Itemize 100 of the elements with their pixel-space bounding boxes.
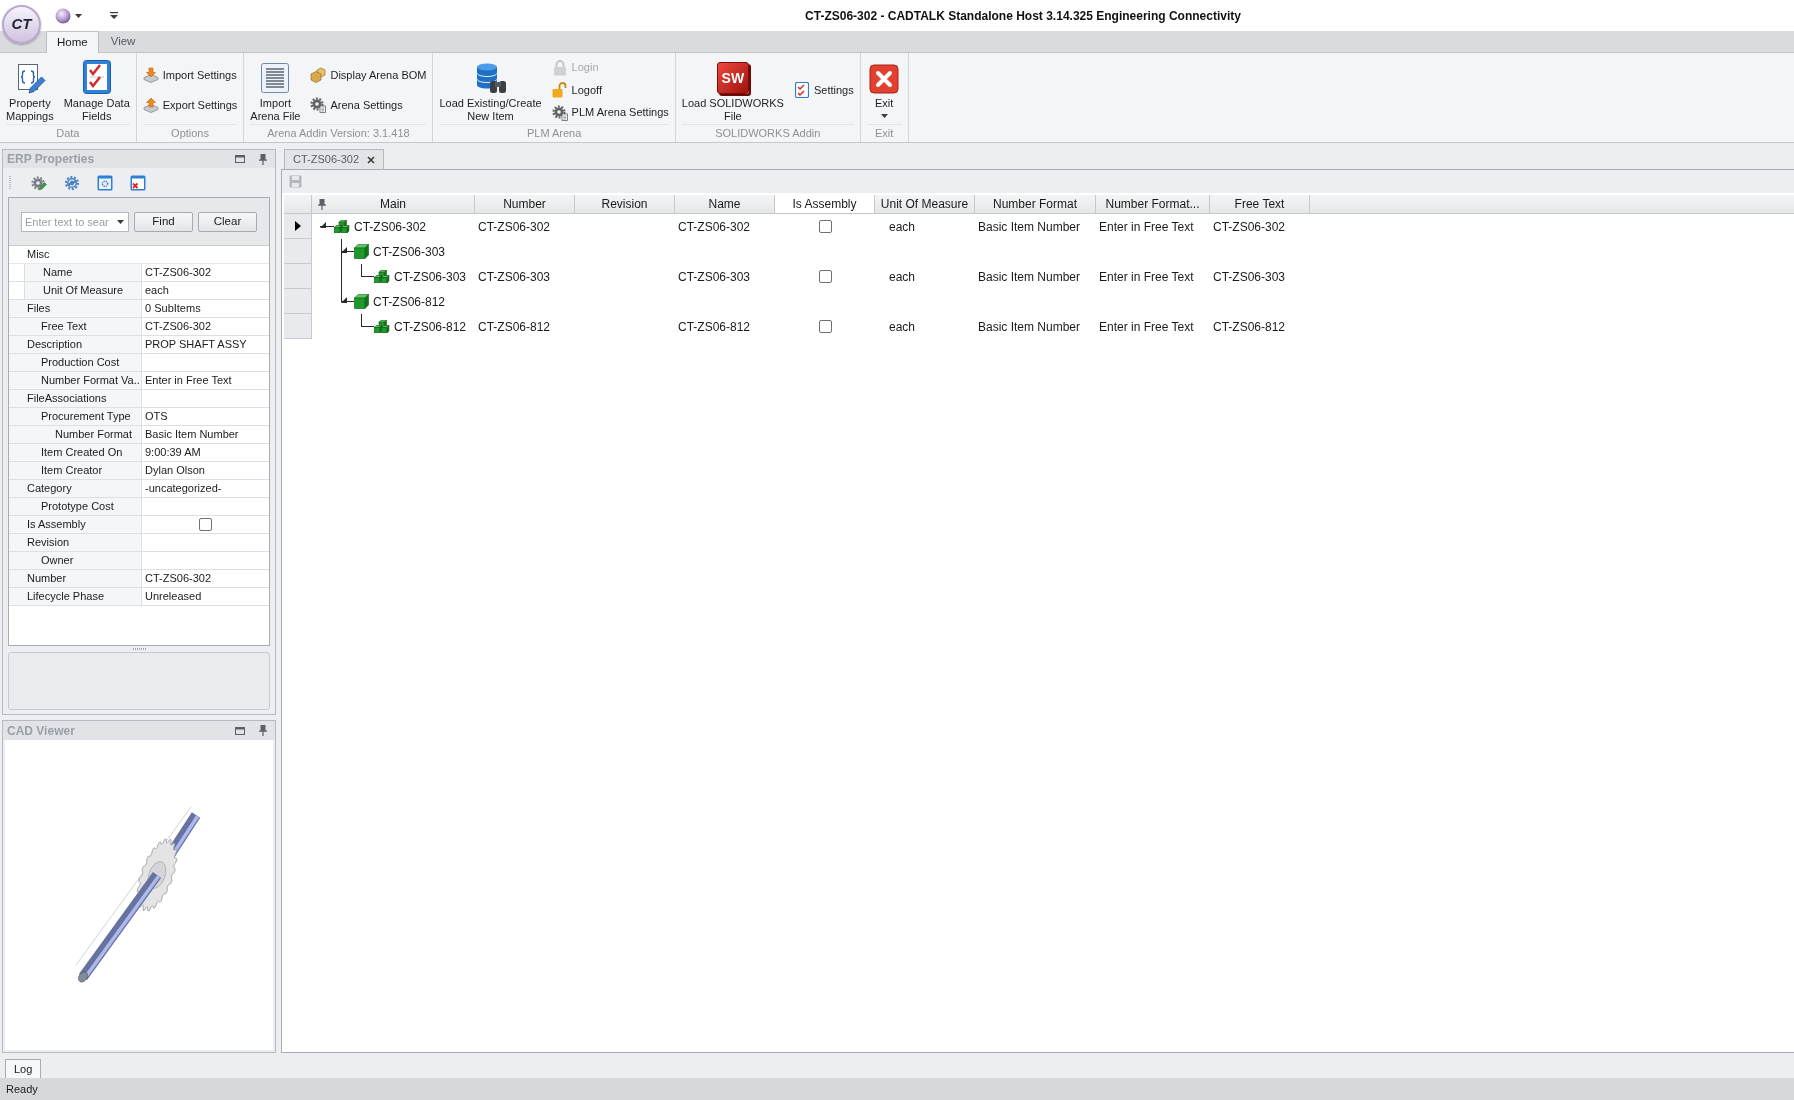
property-value[interactable]: 0 SubItems: [142, 300, 269, 317]
checkbox[interactable]: [818, 270, 832, 283]
column-header[interactable]: Free Text: [1210, 195, 1310, 213]
pin-icon[interactable]: [259, 725, 267, 736]
ribbon-button[interactable]: Property Mappings: [3, 56, 57, 124]
customize-icon[interactable]: [110, 12, 118, 19]
property-value[interactable]: OTS: [142, 408, 269, 425]
property-value[interactable]: Dylan Olson: [142, 462, 269, 479]
property-label[interactable]: Prototype Cost: [9, 498, 142, 515]
ribbon-button[interactable]: Manage Data Fields: [60, 56, 133, 124]
tree-item-label[interactable]: CT-ZS06-303: [394, 267, 467, 286]
tree-item-label[interactable]: CT-ZS06-812: [394, 317, 467, 336]
tree-item-label[interactable]: CT-ZS06-303: [373, 242, 446, 261]
property-value[interactable]: -uncategorized-: [142, 480, 269, 497]
property-label[interactable]: Number: [9, 570, 142, 587]
table-cell-text: CT-ZS06-812: [477, 318, 552, 336]
expanded-arrow-icon[interactable]: [341, 297, 347, 303]
property-label[interactable]: Procurement Type: [9, 408, 142, 425]
table-cell-text: CT-ZS06-812: [677, 318, 752, 336]
ribbon-button[interactable]: PLM Arena Settings: [548, 101, 672, 124]
column-header[interactable]: Revision: [575, 195, 675, 213]
checkbox[interactable]: [818, 320, 832, 333]
find-button[interactable]: Find: [134, 211, 193, 232]
property-value[interactable]: 9:00:39 AM: [142, 444, 269, 461]
orb-icon[interactable]: [55, 7, 71, 24]
property-value[interactable]: Unreleased: [142, 588, 269, 605]
property-label[interactable]: Lifecycle Phase: [9, 588, 142, 605]
property-value[interactable]: each: [142, 282, 269, 299]
pin-icon[interactable]: [259, 153, 267, 165]
property-value[interactable]: CT-ZS06-302: [142, 318, 269, 335]
group-label: PLM Arena: [526, 126, 582, 142]
property-label[interactable]: Production Cost: [9, 354, 142, 371]
column-header[interactable]: Number Format: [975, 195, 1096, 213]
expanded-arrow-icon[interactable]: [341, 247, 347, 253]
property-label[interactable]: Item Created On: [9, 444, 142, 461]
search-field[interactable]: Enter text to sear: [21, 211, 129, 232]
checklist-icon: [82, 60, 111, 94]
ribbon-button[interactable]: Arena Settings: [307, 94, 430, 116]
checkbox[interactable]: [818, 220, 832, 233]
document-tab[interactable]: CT-ZS06-302: [284, 149, 384, 169]
window-icon[interactable]: [235, 726, 245, 735]
table-cell-text: Basic Item Number: [977, 218, 1082, 236]
ribbon-tab[interactable]: Home: [46, 31, 99, 53]
column-header[interactable]: Main: [312, 195, 475, 213]
clear-button[interactable]: Clear: [198, 211, 257, 232]
checkbox[interactable]: [199, 518, 212, 531]
close-icon: [869, 64, 900, 94]
gear-arrows-icon[interactable]: [64, 174, 80, 191]
property-label[interactable]: Description: [9, 336, 142, 353]
property-label[interactable]: FileAssociations: [9, 390, 142, 407]
panel-title: ERP Properties: [7, 151, 96, 168]
tree-item-label[interactable]: CT-ZS06-302: [354, 217, 427, 236]
ribbon-button[interactable]: Import Arena File: [247, 56, 304, 124]
property-label[interactable]: Number Format Va..: [9, 372, 142, 389]
table-cell-text: CT-ZS06-302: [677, 218, 752, 236]
property-label[interactable]: Is Assembly: [9, 516, 142, 533]
gear-pencil-icon[interactable]: [31, 174, 47, 191]
ribbon-button[interactable]: Display Arena BOM: [307, 64, 430, 86]
pin-icon[interactable]: [318, 199, 326, 210]
property-label[interactable]: Item Creator: [9, 462, 142, 479]
property-value[interactable]: PROP SHAFT ASSY: [142, 336, 269, 353]
ribbon-tab[interactable]: View: [100, 31, 146, 52]
tree-item-label[interactable]: CT-ZS06-812: [373, 292, 446, 311]
property-label[interactable]: Category: [9, 480, 142, 497]
window-icon[interactable]: [235, 155, 245, 163]
property-label[interactable]: Revision: [9, 534, 142, 551]
cube-logo: SW: [716, 62, 749, 94]
property-value[interactable]: CT-ZS06-302: [142, 570, 269, 587]
column-header[interactable]: Is Assembly: [775, 195, 875, 213]
document-lines-icon: [260, 62, 291, 94]
ribbon-button[interactable]: Export Settings: [139, 94, 241, 116]
column-header[interactable]: Unit Of Measure: [875, 195, 975, 213]
tree-line: [361, 264, 374, 277]
property-value[interactable]: CT-ZS06-302: [142, 264, 269, 281]
expanded-arrow-icon[interactable]: [320, 222, 326, 228]
table-cell-text: CT-ZS06-303: [677, 268, 752, 286]
ribbon-button[interactable]: Import Settings: [139, 64, 241, 86]
settings-icon: [551, 104, 568, 121]
row-header[interactable]: [284, 214, 312, 239]
log-tab[interactable]: Log: [5, 1059, 42, 1078]
property-label[interactable]: Number Format: [9, 426, 142, 443]
column-header[interactable]: Number Format...: [1096, 195, 1210, 213]
property-label[interactable]: Files: [9, 300, 142, 317]
caret-icon[interactable]: [75, 13, 82, 18]
ribbon-button[interactable]: Exit: [866, 56, 903, 124]
property-label[interactable]: Name: [25, 264, 142, 281]
window-close-icon[interactable]: [130, 174, 146, 191]
ribbon-button[interactable]: Logoff: [548, 79, 672, 101]
property-value[interactable]: Enter in Free Text: [142, 372, 269, 389]
property-value[interactable]: Basic Item Number: [142, 426, 269, 443]
property-label[interactable]: Owner: [9, 552, 142, 569]
column-header[interactable]: Number: [475, 195, 575, 213]
ribbon-button[interactable]: Load Existing/Create New Item: [436, 56, 545, 124]
window-gear-icon[interactable]: [97, 174, 113, 191]
property-label[interactable]: Unit Of Measure: [25, 282, 142, 299]
property-label[interactable]: Free Text: [9, 318, 142, 335]
ribbon-button[interactable]: SW Load SOLIDWORKS File: [678, 56, 787, 124]
current-row-icon: [294, 221, 301, 231]
ribbon-button[interactable]: Settings: [790, 79, 857, 101]
close-icon[interactable]: [367, 155, 375, 164]
